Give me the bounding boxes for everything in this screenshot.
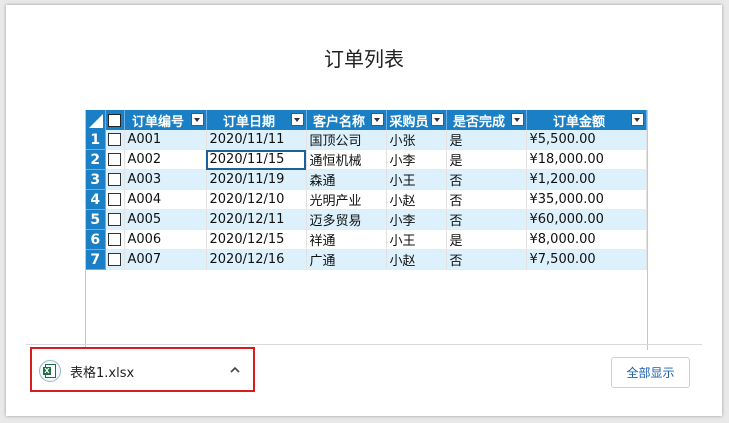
download-bar-divider — [26, 344, 702, 345]
row-checkbox[interactable] — [108, 173, 121, 186]
row-number[interactable]: 5 — [86, 209, 106, 230]
cell-completed[interactable]: 是 — [446, 149, 527, 170]
cell-completed[interactable]: 否 — [446, 169, 527, 190]
window: 订单列表 订单编号 订单日期 客户名称 采购员 是否完成 订单金额 1 A001… — [6, 5, 722, 416]
select-all-corner[interactable] — [86, 110, 106, 130]
cell-buyer[interactable]: 小李 — [386, 149, 447, 170]
cell-order-id[interactable]: A006 — [124, 229, 207, 250]
show-all-button[interactable]: 全部显示 — [611, 357, 690, 388]
row-number[interactable]: 2 — [86, 149, 106, 170]
header-row: 订单编号 订单日期 客户名称 采购员 是否完成 订单金额 — [86, 110, 647, 130]
cell-customer[interactable]: 通恒机械 — [306, 149, 387, 170]
cell-order-id[interactable]: A005 — [124, 209, 207, 230]
table-row: 2 A002 2020/11/15 通恒机械 小李 是 ¥18,000.00 — [86, 149, 647, 170]
cell-buyer[interactable]: 小王 — [386, 169, 447, 190]
cell-buyer[interactable]: 小赵 — [386, 189, 447, 210]
cell-customer[interactable]: 广通 — [306, 249, 387, 270]
spreadsheet[interactable]: 订单编号 订单日期 客户名称 采购员 是否完成 订单金额 1 A001 2020… — [85, 110, 648, 350]
order-table: 订单编号 订单日期 客户名称 采购员 是否完成 订单金额 1 A001 2020… — [86, 110, 647, 270]
filter-dropdown-icon[interactable] — [290, 113, 304, 126]
row-checkbox[interactable] — [108, 233, 121, 246]
row-checkbox[interactable] — [108, 133, 121, 146]
download-item[interactable]: X 表格1.xlsx — [30, 347, 255, 392]
table-row: 3 A003 2020/11/19 森通 小王 否 ¥1,200.00 — [86, 169, 647, 190]
cell-customer[interactable]: 祥通 — [306, 229, 387, 250]
cell-completed[interactable]: 否 — [446, 209, 527, 230]
cell-order-date[interactable]: 2020/12/10 — [206, 189, 307, 210]
row-number[interactable]: 4 — [86, 189, 106, 210]
cell-order-id[interactable]: A002 — [124, 149, 207, 170]
cell-completed[interactable]: 否 — [446, 189, 527, 210]
header-buyer[interactable]: 采购员 — [386, 110, 447, 130]
header-order-date[interactable]: 订单日期 — [206, 110, 307, 130]
header-amount[interactable]: 订单金额 — [526, 110, 647, 130]
page-title: 订单列表 — [324, 47, 404, 71]
chevron-up-icon[interactable] — [228, 363, 242, 377]
row-number[interactable]: 3 — [86, 169, 106, 190]
cell-buyer[interactable]: 小李 — [386, 209, 447, 230]
cell-customer[interactable]: 国顶公司 — [306, 130, 387, 150]
cell-amount[interactable]: ¥8,000.00 — [526, 229, 647, 250]
row-checkbox-cell — [105, 229, 125, 250]
header-checkbox-cell — [105, 110, 125, 130]
filter-dropdown-icon[interactable] — [510, 113, 524, 126]
row-checkbox[interactable] — [108, 153, 121, 166]
row-checkbox-cell — [105, 189, 125, 210]
table-row: 4 A004 2020/12/10 光明产业 小赵 否 ¥35,000.00 — [86, 189, 647, 210]
cell-amount[interactable]: ¥1,200.00 — [526, 169, 647, 190]
cell-amount[interactable]: ¥5,500.00 — [526, 130, 647, 150]
excel-file-icon: X — [39, 360, 61, 382]
row-number[interactable]: 6 — [86, 229, 106, 250]
cell-buyer[interactable]: 小王 — [386, 229, 447, 250]
cell-order-id[interactable]: A003 — [124, 169, 207, 190]
row-checkbox-cell — [105, 249, 125, 270]
selected-cell[interactable]: 2020/11/15 — [206, 149, 307, 170]
filter-dropdown-icon[interactable] — [630, 113, 644, 126]
cell-customer[interactable]: 森通 — [306, 169, 387, 190]
table-row: 7 A007 2020/12/16 广通 小赵 否 ¥7,500.00 — [86, 249, 647, 270]
cell-completed[interactable]: 否 — [446, 249, 527, 270]
header-completed[interactable]: 是否完成 — [446, 110, 527, 130]
filter-dropdown-icon[interactable] — [190, 113, 204, 126]
table-row: 5 A005 2020/12/11 迈多贸易 小李 否 ¥60,000.00 — [86, 209, 647, 230]
cell-buyer[interactable]: 小张 — [386, 130, 447, 150]
cell-order-date[interactable]: 2020/12/11 — [206, 209, 307, 230]
cell-amount[interactable]: ¥60,000.00 — [526, 209, 647, 230]
header-customer[interactable]: 客户名称 — [306, 110, 387, 130]
cell-order-id[interactable]: A004 — [124, 189, 207, 210]
cell-buyer[interactable]: 小赵 — [386, 249, 447, 270]
table-row: 1 A001 2020/11/11 国顶公司 小张 是 ¥5,500.00 — [86, 130, 647, 150]
cell-order-id[interactable]: A007 — [124, 249, 207, 270]
cell-order-date[interactable]: 2020/11/11 — [206, 130, 307, 150]
table-row: 6 A006 2020/12/15 祥通 小王 是 ¥8,000.00 — [86, 229, 647, 250]
row-number[interactable]: 1 — [86, 130, 106, 150]
cell-completed[interactable]: 是 — [446, 229, 527, 250]
cell-order-id[interactable]: A001 — [124, 130, 207, 150]
cell-order-date[interactable]: 2020/12/16 — [206, 249, 307, 270]
filter-dropdown-icon[interactable] — [430, 113, 444, 126]
cell-amount[interactable]: ¥18,000.00 — [526, 149, 647, 170]
row-number[interactable]: 7 — [86, 249, 106, 270]
row-checkbox-cell — [105, 130, 125, 150]
header-order-id[interactable]: 订单编号 — [124, 110, 207, 130]
row-checkbox[interactable] — [108, 253, 121, 266]
cell-order-date[interactable]: 2020/11/19 — [206, 169, 307, 190]
cell-amount[interactable]: ¥35,000.00 — [526, 189, 647, 210]
cell-customer[interactable]: 迈多贸易 — [306, 209, 387, 230]
cell-customer[interactable]: 光明产业 — [306, 189, 387, 210]
select-all-checkbox[interactable] — [108, 113, 121, 127]
row-checkbox-cell — [105, 169, 125, 190]
cell-order-date[interactable]: 2020/12/15 — [206, 229, 307, 250]
filter-dropdown-icon[interactable] — [370, 113, 384, 126]
corner-triangle-icon — [88, 114, 103, 128]
cell-completed[interactable]: 是 — [446, 130, 527, 150]
download-filename: 表格1.xlsx — [70, 366, 135, 381]
row-checkbox-cell — [105, 149, 125, 170]
row-checkbox[interactable] — [108, 213, 121, 226]
cell-amount[interactable]: ¥7,500.00 — [526, 249, 647, 270]
row-checkbox-cell — [105, 209, 125, 230]
row-checkbox[interactable] — [108, 193, 121, 206]
